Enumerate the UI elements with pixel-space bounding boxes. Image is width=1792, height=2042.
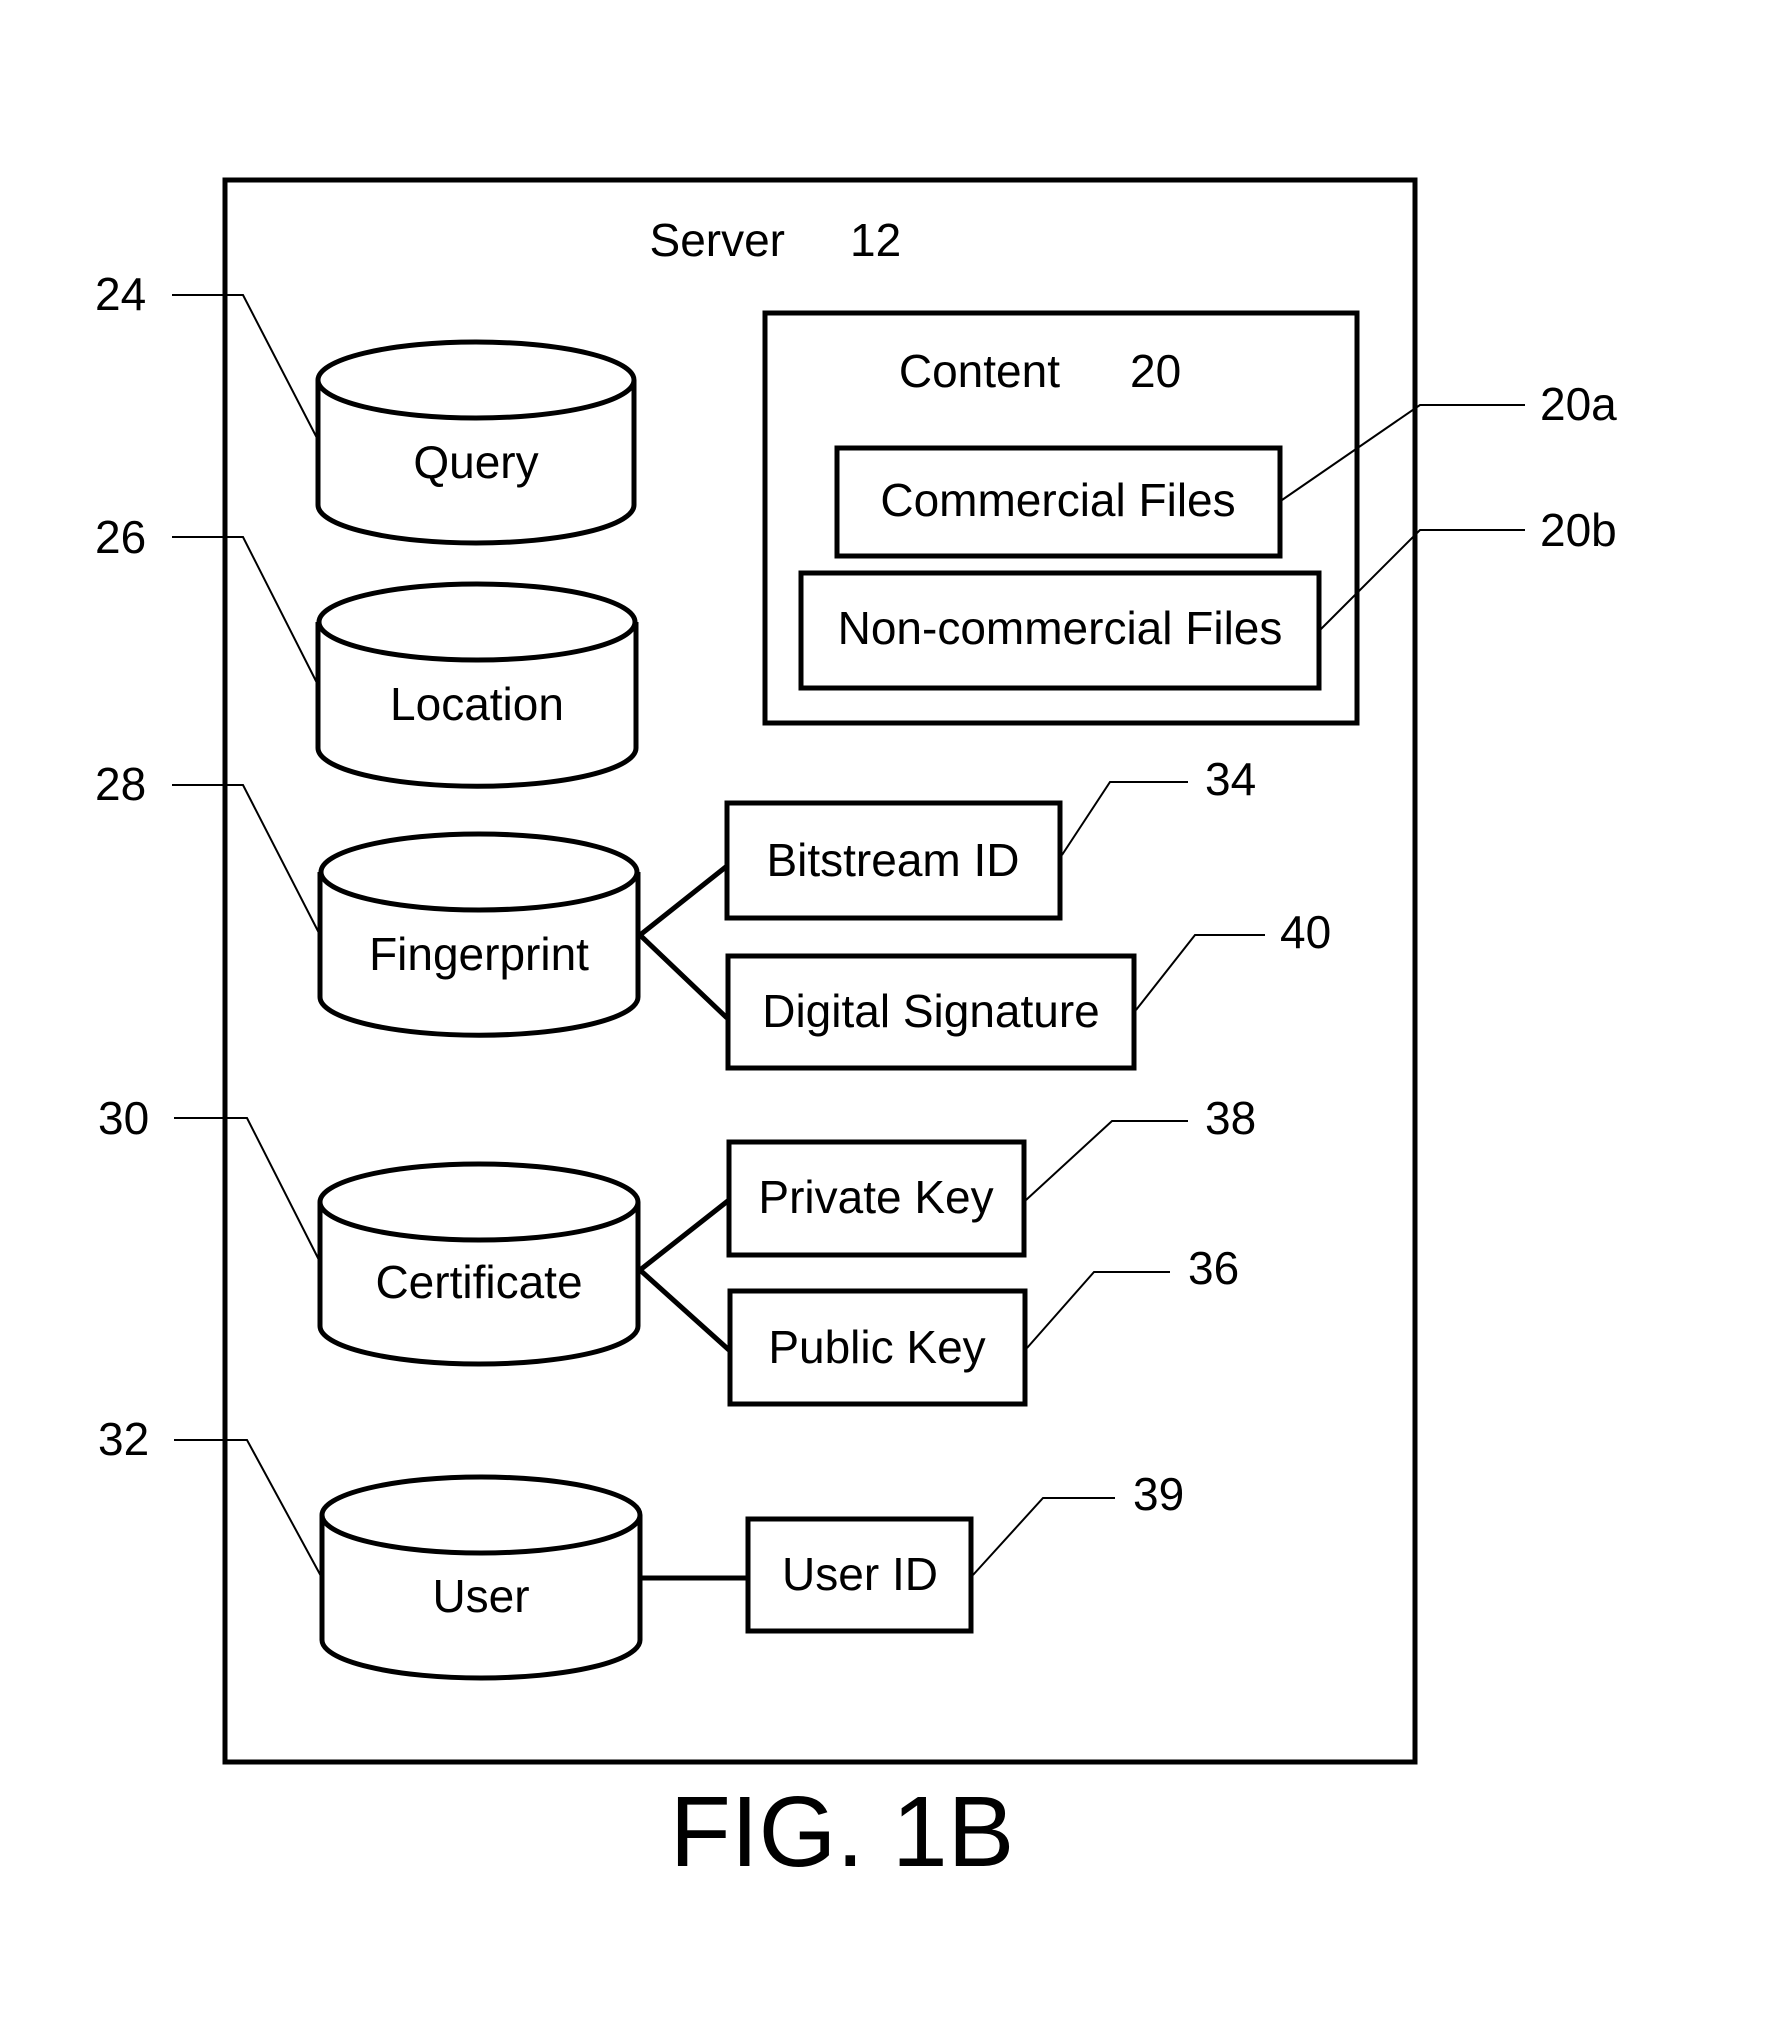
ref-24: 24 (95, 268, 146, 320)
digital-signature-label: Digital Signature (762, 985, 1100, 1037)
server-ref: 12 (850, 214, 901, 266)
database-user: User (319, 1474, 643, 1681)
content-ref: 20 (1130, 345, 1181, 397)
ref-30: 30 (98, 1092, 149, 1144)
user-id-label: User ID (782, 1548, 938, 1600)
ref-40: 40 (1280, 906, 1331, 958)
private-key-label: Private Key (758, 1171, 993, 1223)
database-location: Location (315, 581, 639, 789)
database-location-label: Location (390, 678, 564, 730)
database-fingerprint-label: Fingerprint (369, 928, 589, 980)
ref-26: 26 (95, 511, 146, 563)
ref-38: 38 (1205, 1092, 1256, 1144)
figure-label: FIG. 1B (670, 1776, 1015, 1888)
ref-36: 36 (1188, 1242, 1239, 1294)
ref-20b: 20b (1540, 504, 1617, 556)
database-query: Query (315, 339, 637, 546)
ref-32: 32 (98, 1413, 149, 1465)
noncommercial-files-label: Non-commercial Files (838, 602, 1283, 654)
ref-39: 39 (1133, 1468, 1184, 1520)
database-user-label: User (432, 1570, 529, 1622)
ref-28: 28 (95, 758, 146, 810)
database-certificate: Certificate (317, 1161, 641, 1367)
commercial-files-label: Commercial Files (880, 474, 1235, 526)
server-label: Server (650, 214, 785, 266)
patent-diagram: Server 12 Content 20 Commercial Files No… (95, 177, 1617, 1888)
database-fingerprint: Fingerprint (317, 831, 641, 1038)
public-key-label: Public Key (768, 1321, 985, 1373)
bitstream-id-label: Bitstream ID (766, 834, 1019, 886)
ref-20a: 20a (1540, 378, 1617, 430)
database-query-label: Query (413, 436, 538, 488)
database-certificate-label: Certificate (375, 1256, 582, 1308)
ref-34: 34 (1205, 753, 1256, 805)
content-label: Content (899, 345, 1060, 397)
